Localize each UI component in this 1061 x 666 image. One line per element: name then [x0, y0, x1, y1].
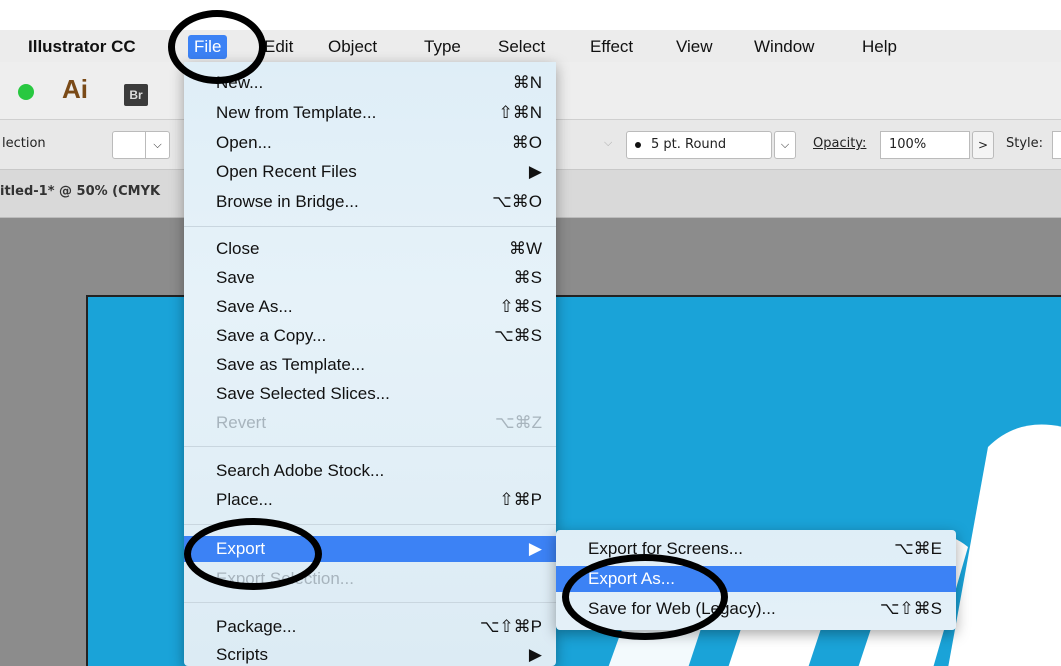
menu-item-label: Open...	[216, 133, 272, 152]
menu-item-browse-in-bridge[interactable]: Browse in Bridge... ⌥⌘O	[184, 189, 556, 215]
shortcut: ⌥⇧⌘P	[479, 617, 542, 636]
menu-effect[interactable]: Effect	[584, 35, 639, 59]
menu-item-save-as-template[interactable]: Save as Template...	[184, 352, 556, 378]
brush-bullet-icon	[635, 141, 641, 148]
menu-item-package[interactable]: Package... ⌥⇧⌘P	[184, 614, 556, 640]
menu-item-place[interactable]: Place... ⇧⌘P	[184, 487, 556, 513]
annotation-circle-export	[184, 518, 322, 590]
shortcut: ⇧⌘S	[499, 297, 542, 316]
menu-item-save-a-copy[interactable]: Save a Copy... ⌥⌘S	[184, 323, 556, 349]
menu-item-label: New from Template...	[216, 103, 377, 122]
style-label: Style:	[1006, 136, 1044, 151]
shortcut: ⌘W	[508, 239, 542, 258]
submenu-arrow-icon: ▶	[528, 645, 542, 664]
menu-item-label: Save As...	[216, 297, 293, 316]
submenu-arrow-icon: ▶	[528, 539, 542, 558]
menu-item-label: Package...	[216, 617, 297, 636]
menu-separator	[184, 602, 556, 603]
menu-item-revert: Revert ⌥⌘Z	[184, 410, 556, 436]
style-field[interactable]	[1052, 131, 1061, 159]
shortcut: ⇧⌘P	[499, 490, 542, 509]
shortcut: ⌘S	[513, 268, 542, 287]
shortcut: ⌘O	[511, 133, 542, 152]
menu-select[interactable]: Select	[492, 35, 551, 59]
menu-item-scripts[interactable]: Scripts ▶	[184, 642, 556, 666]
menu-item-label: Close	[216, 239, 260, 258]
shortcut: ⌥⌘E	[894, 539, 942, 558]
brush-value: 5 pt. Round	[651, 137, 727, 152]
menu-item-label: Revert	[216, 413, 267, 432]
window-zoom-button[interactable]	[18, 84, 34, 100]
menu-separator	[184, 226, 556, 227]
menu-separator	[184, 446, 556, 447]
opacity-field[interactable]: 100%	[880, 131, 970, 159]
menu-window[interactable]: Window	[748, 35, 820, 59]
menu-item-label: Search Adobe Stock...	[216, 461, 385, 480]
shortcut: ⇧⌘N	[498, 103, 542, 122]
menu-item-label: Open Recent Files	[216, 162, 357, 181]
menu-item-label: Save Selected Slices...	[216, 384, 390, 403]
submenu-arrow-icon: ▶	[528, 162, 542, 181]
menu-item-new-from-template[interactable]: New from Template... ⇧⌘N	[184, 100, 556, 126]
menu-item-label: Place...	[216, 490, 273, 509]
illustrator-logo: Ai	[62, 74, 88, 104]
shortcut: ⌥⌘O	[492, 192, 542, 211]
menu-item-label: Save	[216, 268, 255, 287]
menu-item-label: Scripts	[216, 645, 268, 664]
shortcut: ⌥⇧⌘S	[879, 599, 942, 618]
brush-dropdown[interactable]: ⌵	[774, 131, 796, 159]
annotation-circle-file	[168, 10, 266, 84]
brush-definition-field[interactable]: 5 pt. Round	[626, 131, 772, 159]
menu-item-search-adobe-stock[interactable]: Search Adobe Stock...	[184, 458, 556, 484]
menu-item-save[interactable]: Save ⌘S	[184, 265, 556, 291]
menu-item-open-recent-files[interactable]: Open Recent Files ▶	[184, 159, 556, 185]
opacity-arrow-button[interactable]: >	[972, 131, 994, 159]
menu-object[interactable]: Object	[322, 35, 383, 59]
shortcut: ⌘N	[512, 73, 542, 92]
opacity-label[interactable]: Opacity:	[813, 136, 866, 151]
menu-item-open[interactable]: Open... ⌘O	[184, 130, 556, 156]
menu-type[interactable]: Type	[418, 35, 467, 59]
app-menu[interactable]: Illustrator CC	[22, 35, 142, 59]
document-tab[interactable]: itled-1* @ 50% (CMYK	[0, 184, 160, 199]
menu-item-save-selected-slices[interactable]: Save Selected Slices...	[184, 381, 556, 407]
shortcut: ⌥⌘Z	[495, 413, 542, 432]
fill-dropdown[interactable]: ⌵	[146, 131, 170, 159]
bridge-button[interactable]: Br	[124, 84, 148, 106]
menu-help[interactable]: Help	[856, 35, 903, 59]
shortcut: ⌥⌘S	[494, 326, 542, 345]
menu-view[interactable]: View	[670, 35, 719, 59]
selection-label: lection	[2, 136, 46, 151]
fill-swatch[interactable]	[112, 131, 146, 159]
menu-item-save-as[interactable]: Save As... ⇧⌘S	[184, 294, 556, 320]
stroke-weight-dropdown[interactable]: ⌵	[604, 136, 612, 150]
annotation-circle-export-as	[562, 554, 728, 640]
menu-item-label: Save a Copy...	[216, 326, 327, 345]
menu-bar: Illustrator CC File Edit Object Type Sel…	[0, 30, 1061, 62]
menu-item-close[interactable]: Close ⌘W	[184, 236, 556, 262]
menu-item-label: Browse in Bridge...	[216, 192, 359, 211]
menu-item-label: Save as Template...	[216, 355, 365, 374]
